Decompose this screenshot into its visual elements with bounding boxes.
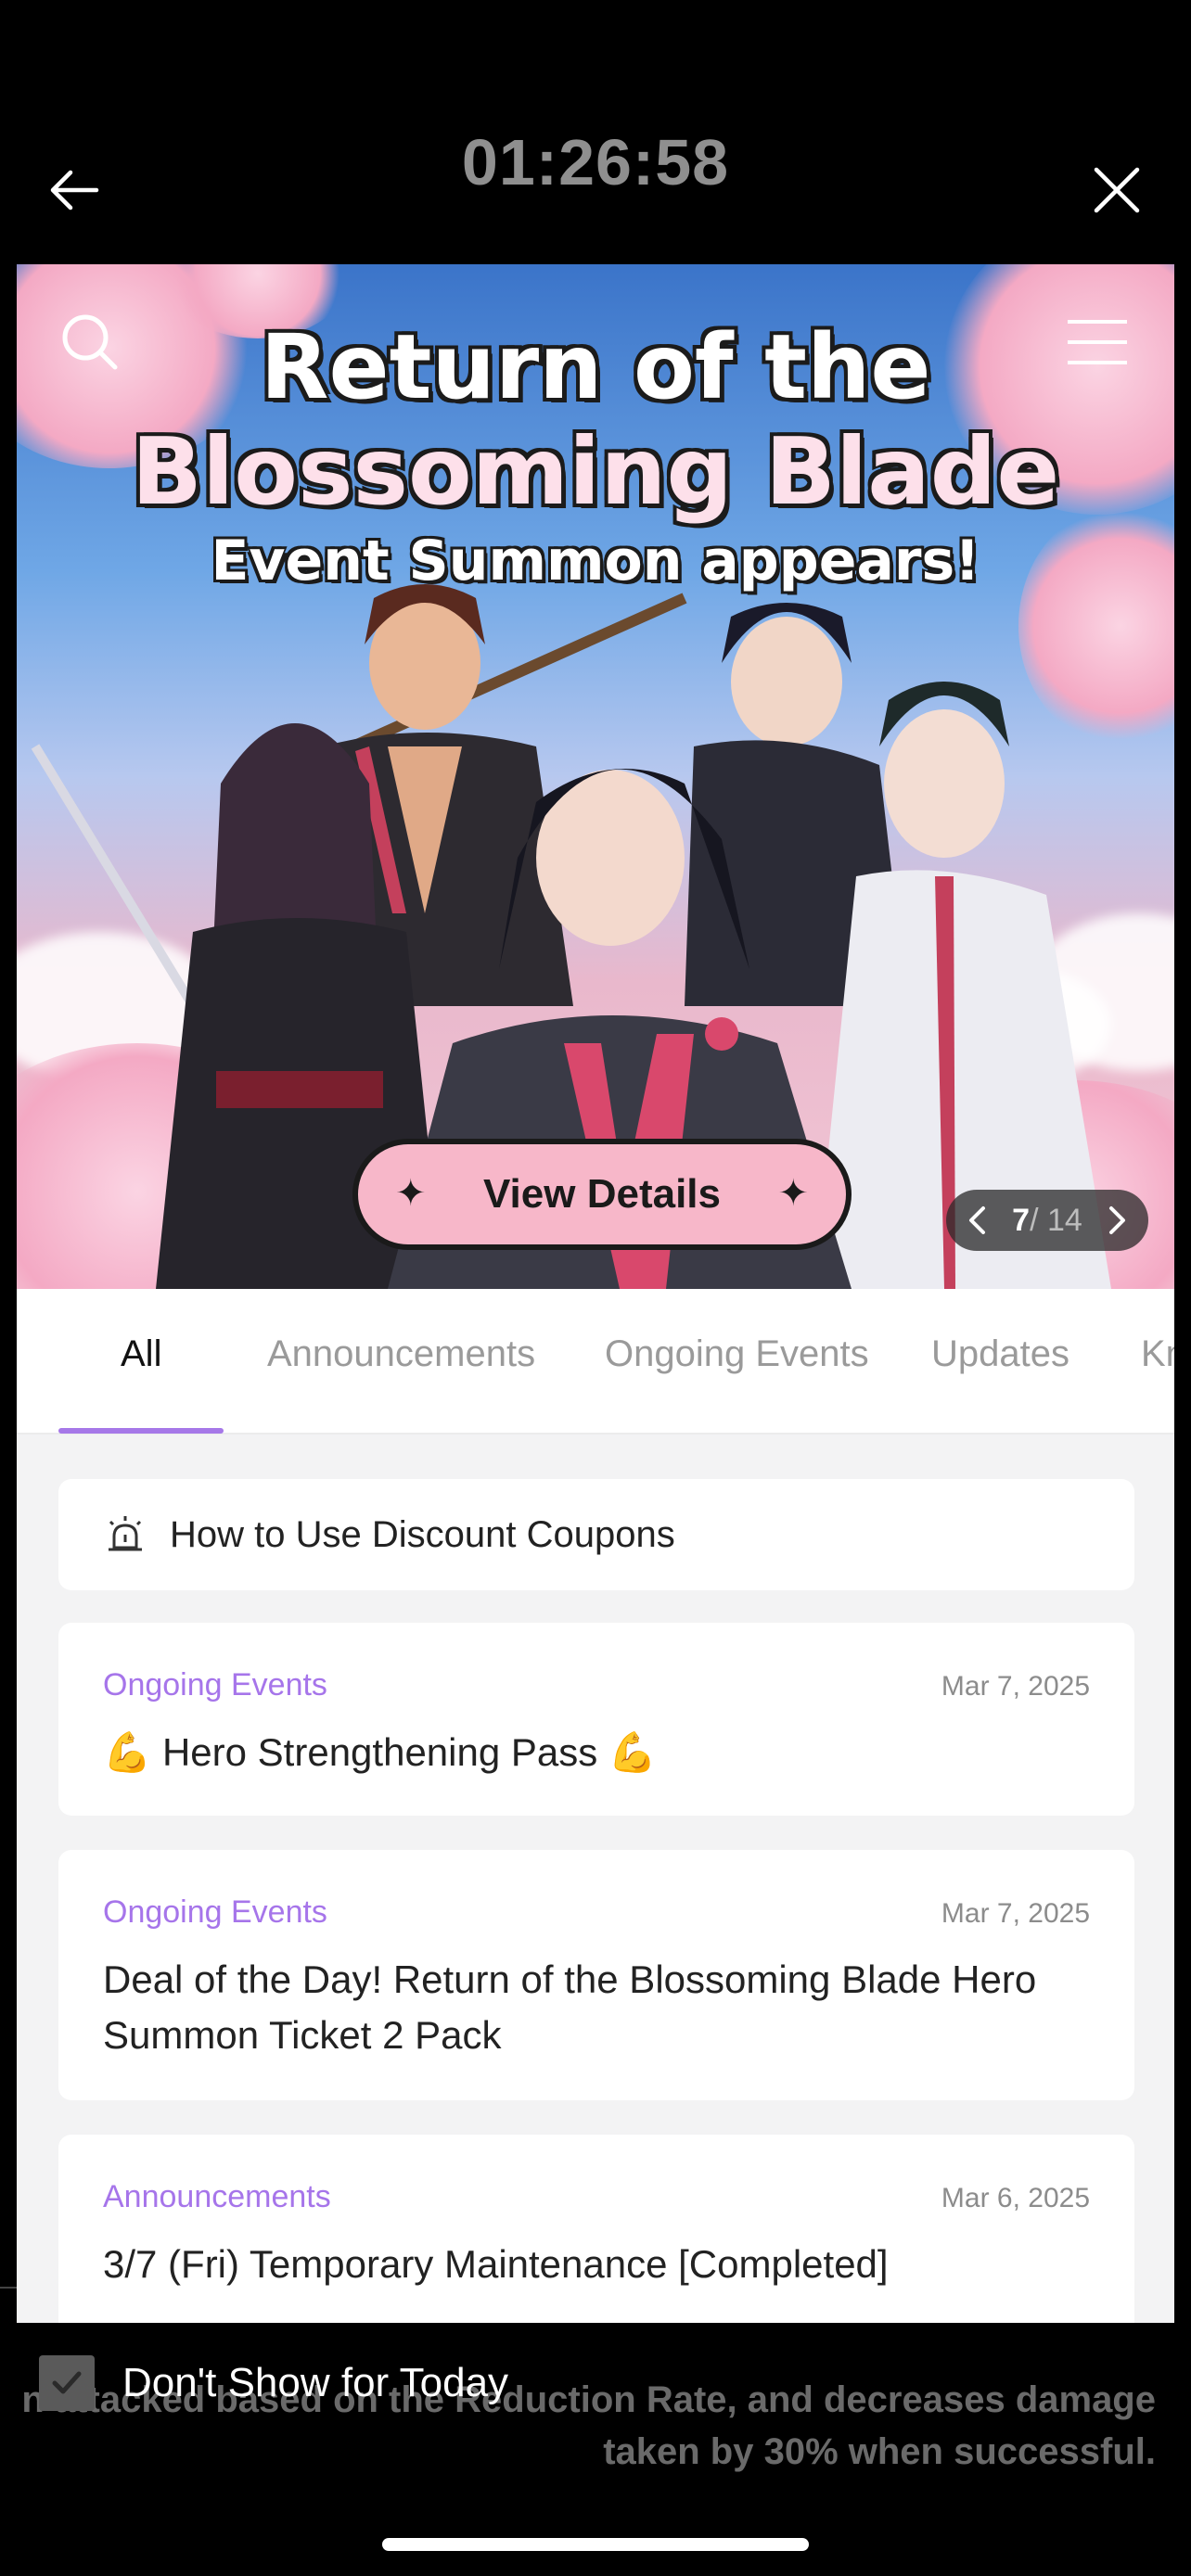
banner-pager: 7/ 14 xyxy=(946,1190,1148,1251)
banner-title-line1: Return of the xyxy=(260,315,931,419)
tab-all[interactable]: All xyxy=(121,1333,161,1375)
post-date: Mar 6, 2025 xyxy=(941,2183,1090,2213)
notice-text: How to Use Discount Coupons xyxy=(170,1513,675,1555)
post-title: Deal of the Day! Return of the Blossomin… xyxy=(103,1958,1037,2057)
view-details-label: View Details xyxy=(483,1171,721,1217)
view-details-button[interactable]: ✦ View Details ✦ xyxy=(352,1139,852,1250)
alarm-icon xyxy=(109,1516,142,1551)
post-title: 3/7 (Fri) Temporary Maintenance [Complet… xyxy=(103,2242,889,2286)
checkbox[interactable] xyxy=(39,2355,95,2411)
top-bar: 01:26:58 xyxy=(0,0,1191,264)
search-button[interactable] xyxy=(54,306,128,380)
post-date: Mar 7, 2025 xyxy=(941,1671,1090,1702)
divider xyxy=(0,2287,17,2289)
pager-current: 7 xyxy=(1012,1202,1031,1238)
post-category: Ongoing Events xyxy=(103,1667,327,1702)
chevron-right-icon[interactable] xyxy=(1106,1205,1130,1236)
close-icon xyxy=(1094,167,1140,213)
menu-icon xyxy=(1068,320,1127,364)
countdown-timer: 01:26:58 xyxy=(461,126,730,198)
post-item[interactable]: Ongoing Events Mar 7, 2025 💪 Hero Streng… xyxy=(58,1623,1134,1816)
post-title: 💪 Hero Strengthening Pass 💪 xyxy=(103,1730,658,1774)
chevron-left-icon[interactable] xyxy=(965,1205,989,1236)
tab-ongoing-events[interactable]: Ongoing Events xyxy=(605,1333,869,1375)
tab-kn[interactable]: Kn xyxy=(1141,1333,1174,1375)
banner-title-line2: Blossoming Blade xyxy=(131,417,1060,526)
dont-show-today-toggle[interactable]: Don't Show for Today xyxy=(39,2351,508,2416)
close-button[interactable] xyxy=(1080,153,1154,227)
post-date: Mar 7, 2025 xyxy=(941,1898,1090,1929)
tab-updates[interactable]: Updates xyxy=(931,1333,1069,1375)
post-item[interactable]: Announcements Mar 6, 2025 3/7 (Fri) Temp… xyxy=(58,2135,1134,2323)
news-panel: All Announcements Ongoing Events Updates… xyxy=(17,1289,1174,2323)
post-item[interactable]: Ongoing Events Mar 7, 2025 Deal of the D… xyxy=(58,1850,1134,2100)
post-category: Ongoing Events xyxy=(103,1894,327,1930)
tab-announcements[interactable]: Announcements xyxy=(267,1333,535,1375)
sparkle-icon: ✦ xyxy=(395,1173,427,1214)
menu-button[interactable] xyxy=(1060,311,1134,376)
notice-item[interactable]: How to Use Discount Coupons xyxy=(58,1479,1134,1590)
dont-show-label: Don't Show for Today xyxy=(122,2360,509,2405)
checkmark-icon xyxy=(52,2371,82,2394)
app-screen: 01:26:58 Return of the Blossoming Blade … xyxy=(0,0,1191,2576)
search-icon xyxy=(62,314,118,370)
pager-separator: / xyxy=(1030,1202,1047,1238)
event-banner[interactable]: Return of the Blossoming Blade Event Sum… xyxy=(17,264,1174,1289)
pager-total: 14 xyxy=(1047,1202,1082,1238)
active-tab-indicator xyxy=(58,1428,224,1434)
banner-subtitle: Event Summon appears! xyxy=(211,529,980,593)
post-category: Announcements xyxy=(103,2179,331,2214)
category-tabs: All Announcements Ongoing Events Updates… xyxy=(17,1289,1174,1435)
home-indicator[interactable] xyxy=(382,2538,809,2551)
sparkle-icon: ✦ xyxy=(777,1173,809,1214)
